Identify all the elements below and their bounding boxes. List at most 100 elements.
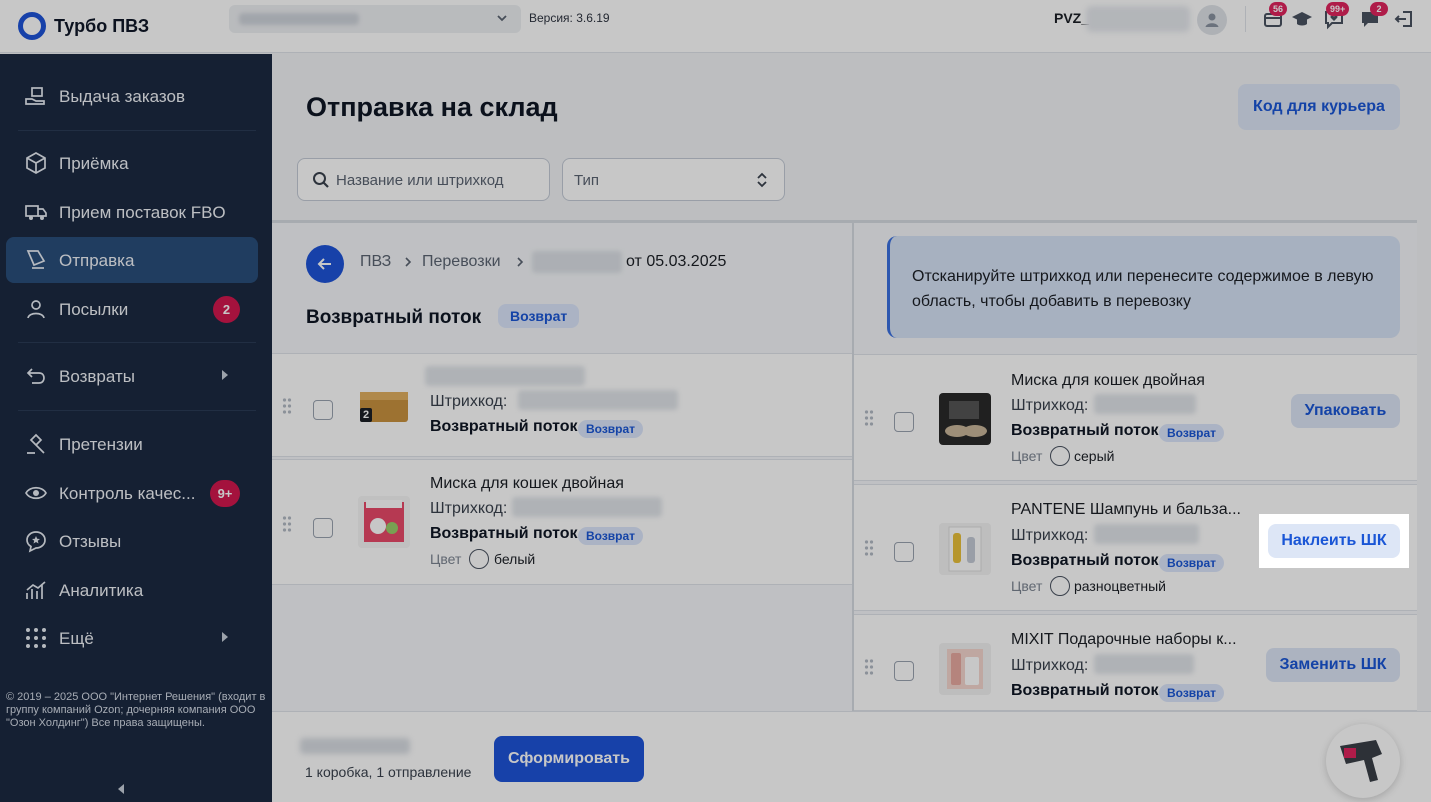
search-box[interactable] <box>297 158 550 201</box>
table-row[interactable]: MIXIT Подарочные наборы к... Штрихкод: В… <box>854 614 1417 711</box>
product-thumbnail <box>358 496 410 548</box>
form-shipment-button[interactable]: Сформировать <box>494 736 644 782</box>
sidebar-divider <box>18 130 256 131</box>
color-swatch <box>1050 446 1070 466</box>
logout-icon[interactable] <box>1393 8 1415 30</box>
item-tag: Возврат <box>1159 554 1225 572</box>
barcode-redacted <box>1094 394 1196 414</box>
color-label: Цвет <box>1011 448 1043 464</box>
drag-handle-icon[interactable] <box>864 410 874 426</box>
row-checkbox[interactable] <box>313 518 333 538</box>
row-checkbox[interactable] <box>894 661 914 681</box>
chevron-right-icon <box>517 257 524 267</box>
collapse-sidebar-icon[interactable] <box>118 784 124 794</box>
app-version: Версия: 3.6.19 <box>529 11 610 25</box>
search-input[interactable] <box>336 169 541 191</box>
select-arrows-icon <box>757 172 767 188</box>
sidebar-item-issue-orders[interactable]: Выдача заказов <box>6 73 258 119</box>
graduation-cap-icon[interactable] <box>1291 8 1313 30</box>
item-tag: Возврат <box>1159 684 1225 702</box>
row-checkbox[interactable] <box>313 400 333 420</box>
sidebar-item-analytics[interactable]: Аналитика <box>6 567 258 613</box>
sidebar-item-fbo[interactable]: Прием поставок FBO <box>6 189 258 235</box>
store-select[interactable] <box>229 5 521 33</box>
app-logo[interactable]: Турбо ПВЗ <box>18 12 149 40</box>
sidebar-item-label: Посылки <box>59 300 129 319</box>
package-icon <box>26 152 46 174</box>
main-content: Отправка на склад Код для курьера Тип ПВ… <box>272 54 1431 802</box>
product-image <box>939 393 991 445</box>
truck-icon <box>25 205 47 220</box>
table-row[interactable]: Миска для кошек двойная Штрихкод: Возвра… <box>854 354 1417 481</box>
table-row[interactable]: 2 Штрихкод: Возвратный поток Возврат <box>272 353 852 457</box>
item-name: Миска для кошек двойная <box>430 475 624 492</box>
color-label: Цвет <box>1011 578 1043 594</box>
item-name: PANTENE Шампунь и бальза... <box>1011 501 1241 518</box>
copyright: © 2019 – 2025 ООО "Интернет Решения" (вх… <box>6 691 266 729</box>
color-value: серый <box>1074 448 1115 464</box>
sidebar-item-send[interactable]: Отправка <box>6 237 258 283</box>
table-row[interactable]: Миска для кошек двойная Штрихкод: Возвра… <box>272 459 852 585</box>
item-tag: Возврат <box>578 527 644 545</box>
type-select-label: Тип <box>574 172 600 189</box>
store-name-redacted <box>239 13 359 25</box>
chevron-right-icon <box>405 257 412 267</box>
sidebar-item-parcels[interactable]: Посылки 2 <box>6 286 258 332</box>
sidebar-item-label: Ещё <box>59 629 94 648</box>
sidebar-item-reviews[interactable]: Отзывы <box>6 518 258 564</box>
dots-grid-icon <box>26 628 46 648</box>
eye-icon <box>25 486 47 500</box>
sidebar-item-quality[interactable]: Контроль качес... 9+ <box>6 470 258 516</box>
arrow-left-icon <box>317 258 331 270</box>
product-thumbnail <box>939 393 991 445</box>
barcode-label: Штрихкод: <box>1011 527 1089 544</box>
drag-handle-icon[interactable] <box>864 659 874 675</box>
item-name: Миска для кошек двойная <box>1011 372 1205 389</box>
sidebar-item-label: Отправка <box>59 251 135 270</box>
flow-tag: Возврат <box>498 304 580 328</box>
pvz-id-redacted <box>1086 6 1190 32</box>
sidebar-item-label: Выдача заказов <box>59 87 186 106</box>
sidebar-item-more[interactable]: Ещё <box>6 615 258 661</box>
barcode-redacted <box>1094 654 1194 674</box>
top-bar: Турбо ПВЗ Версия: 3.6.19 PVZ_ 56 99+ 2 <box>0 0 1431 53</box>
sidebar-item-returns[interactable]: Возвраты <box>6 353 258 399</box>
shipment-panel: ПВЗ Перевозки от 05.03.2025 Возвратный п… <box>272 223 852 711</box>
scanner-button[interactable] <box>1326 724 1400 798</box>
sidebar-item-claims[interactable]: Претензии <box>6 421 258 467</box>
row-checkbox[interactable] <box>894 542 914 562</box>
color-value: разноцветный <box>1074 578 1166 594</box>
quality-badge: 9+ <box>210 480 240 507</box>
breadcrumb-pvz[interactable]: ПВЗ <box>360 253 391 271</box>
color-swatch <box>469 549 489 569</box>
sidebar: Выдача заказов Приёмка Прием поставок FB… <box>0 54 272 802</box>
drag-handle-icon[interactable] <box>282 516 292 532</box>
box-count: 2 <box>363 409 370 421</box>
color-swatch <box>1050 576 1070 596</box>
replace-barcode-button[interactable]: Заменить ШК <box>1266 648 1400 682</box>
drag-handle-icon[interactable] <box>282 398 292 414</box>
shipment-id-redacted <box>300 738 410 754</box>
avatar[interactable] <box>1197 5 1227 35</box>
item-tag: Возврат <box>1159 424 1225 442</box>
row-checkbox[interactable] <box>894 412 914 432</box>
color-label: Цвет <box>430 551 462 567</box>
apply-barcode-button[interactable]: Наклеить ШК <box>1268 524 1400 558</box>
item-flow: Возвратный поток <box>1011 552 1159 569</box>
transport-id-redacted <box>532 251 622 273</box>
type-select[interactable]: Тип <box>562 158 785 201</box>
product-thumbnail <box>939 523 991 575</box>
item-name: MIXIT Подарочные наборы к... <box>1011 631 1237 648</box>
item-flow: Возвратный поток <box>430 418 578 435</box>
chat-badge: 2 <box>1370 2 1388 16</box>
courier-code-button[interactable]: Код для курьера <box>1238 84 1400 130</box>
pack-button[interactable]: Упаковать <box>1291 394 1400 428</box>
spotlight-frame: Наклеить ШК <box>1259 514 1409 568</box>
heart-chat-badge: 99+ <box>1326 2 1350 16</box>
chevron-right-icon <box>222 632 228 642</box>
breadcrumb-transport[interactable]: Перевозки <box>422 253 501 271</box>
barcode-label: Штрихкод: <box>430 393 508 410</box>
back-button[interactable] <box>306 245 344 283</box>
drag-handle-icon[interactable] <box>864 540 874 556</box>
sidebar-item-reception[interactable]: Приёмка <box>6 140 258 186</box>
